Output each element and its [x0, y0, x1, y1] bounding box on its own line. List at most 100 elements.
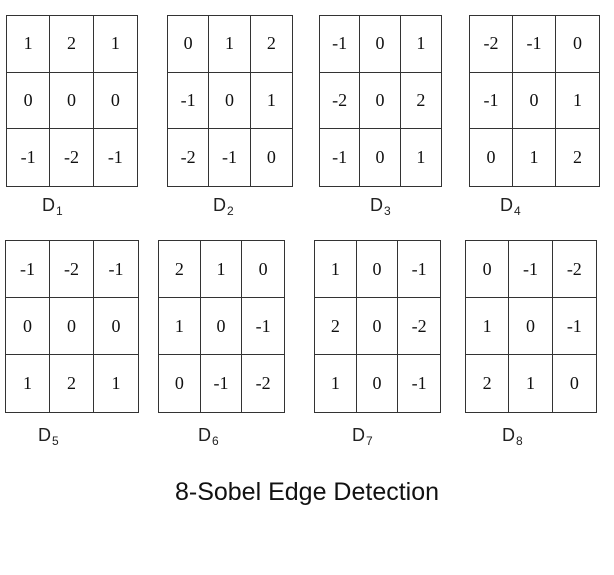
kernel-cell: -2 — [168, 129, 210, 186]
kernel-label-subscript: 6 — [212, 434, 219, 448]
kernel-cell: 0 — [470, 129, 513, 186]
kernel-cell: -1 — [320, 129, 361, 186]
kernel-cell: 2 — [159, 241, 201, 298]
kernel-label: D6 — [198, 425, 219, 448]
kernel-grid: -1 0 1 -2 0 2 -1 0 1 — [319, 15, 442, 187]
kernel-cell: -1 — [513, 16, 556, 73]
kernel-grid: 0 -1 -2 1 0 -1 2 1 0 — [465, 240, 597, 413]
kernel-label-name: D — [42, 195, 55, 215]
kernel-cell: 0 — [360, 16, 401, 73]
kernel-cell: 0 — [242, 241, 284, 298]
kernel-d1: 1 2 1 0 0 0 -1 -2 -1 — [6, 15, 138, 187]
kernel-d7: 1 0 -1 2 0 -2 1 0 -1 — [314, 240, 441, 413]
kernel-cell: 0 — [6, 298, 50, 355]
kernel-cell: -1 — [6, 241, 50, 298]
kernel-label-name: D — [38, 425, 51, 445]
kernel-cell: -1 — [168, 72, 210, 130]
kernel-cell: -2 — [50, 129, 94, 186]
kernel-cell: 0 — [357, 355, 399, 412]
kernel-cell: 0 — [569, 373, 579, 393]
kernel-grid: 2 1 0 1 0 -1 0 -1 -2 — [158, 240, 285, 413]
kernel-d4: -2 -1 0 -1 0 1 0 1 2 — [469, 15, 600, 187]
kernel-label-subscript: 7 — [366, 434, 373, 448]
kernel-grid: -1 -2 -1 0 0 0 1 2 1 — [5, 240, 139, 413]
kernel-d6: 2 1 0 1 0 -1 0 -1 -2 — [158, 240, 285, 413]
kernel-cell: -2 — [255, 373, 271, 393]
kernel-cell: 0 — [159, 355, 201, 412]
kernel-cell: 0 — [168, 16, 210, 73]
kernel-label-name: D — [352, 425, 365, 445]
kernel-cell: -1 — [509, 241, 553, 298]
kernel-label: D8 — [502, 425, 523, 448]
kernel-cell: -1 — [411, 373, 427, 393]
kernel-label-name: D — [213, 195, 226, 215]
kernel-grid: 1 2 1 0 0 0 -1 -2 -1 — [6, 15, 138, 187]
kernel-cell: 0 — [50, 72, 94, 130]
kernel-cell: 1 — [250, 73, 292, 130]
kernel-cell: 0 — [209, 72, 251, 130]
kernel-cell: 0 — [466, 241, 510, 298]
kernel-label-subscript: 8 — [516, 434, 523, 448]
kernel-label-name: D — [370, 195, 383, 215]
kernel-cell: 2 — [50, 355, 94, 412]
kernel-d3: -1 0 1 -2 0 2 -1 0 1 — [319, 15, 442, 187]
kernel-cell: 1 — [466, 298, 510, 355]
kernel-cell: 1 — [7, 16, 51, 73]
kernel-cell: 0 — [93, 73, 137, 130]
kernel-cell: -1 — [201, 355, 243, 412]
kernel-cell: 1 — [400, 16, 441, 73]
kernel-cell: 2 — [315, 298, 357, 355]
kernel-cell: 1 — [200, 241, 243, 298]
kernel-cell: 1 — [509, 355, 553, 412]
kernel-label: D7 — [352, 425, 373, 448]
kernel-cell: 1 — [556, 73, 599, 130]
kernel-d2: 0 1 2 -1 0 1 -2 -1 0 — [167, 15, 293, 187]
kernel-label-name: D — [198, 425, 211, 445]
kernel-label: D2 — [213, 195, 234, 218]
kernel-cell: 1 — [111, 373, 121, 393]
kernel-cell: -1 — [242, 298, 284, 355]
kernel-cell: -1 — [470, 72, 513, 130]
kernel-cell: 2 — [250, 16, 292, 73]
kernel-grid: -2 -1 0 -1 0 1 0 1 2 — [469, 15, 600, 187]
kernel-label: D3 — [370, 195, 391, 218]
kernel-grid: 0 1 2 -1 0 1 -2 -1 0 — [167, 15, 293, 187]
kernel-cell: 1 — [159, 298, 201, 355]
kernel-cell: 2 — [50, 16, 94, 73]
kernel-label-name: D — [502, 425, 515, 445]
kernel-cell: 1 — [209, 16, 251, 73]
kernel-cell: 1 — [315, 355, 357, 412]
kernel-cell: -1 — [398, 241, 440, 298]
kernel-cell: 0 — [94, 298, 138, 355]
kernel-cell: 1 — [416, 147, 426, 168]
kernel-cell: -2 — [50, 241, 94, 298]
kernel-cell: -1 — [209, 129, 251, 186]
kernel-cell: 0 — [200, 298, 243, 355]
kernel-cell: 0 — [50, 298, 94, 355]
kernel-label: D4 — [500, 195, 521, 218]
kernel-cell: 2 — [466, 355, 510, 412]
kernel-cell: 2 — [400, 73, 441, 130]
kernel-cell: 0 — [513, 72, 556, 130]
kernel-cell: -2 — [320, 72, 361, 130]
kernel-cell: 1 — [93, 16, 137, 73]
kernel-cell: -2 — [398, 298, 440, 355]
kernel-cell: -1 — [552, 298, 596, 355]
kernel-cell: -2 — [470, 16, 513, 73]
kernel-label-subscript: 3 — [384, 204, 391, 218]
kernel-cell: -1 — [107, 147, 123, 168]
kernel-cell: 0 — [360, 72, 401, 130]
kernel-d8: 0 -1 -2 1 0 -1 2 1 0 — [465, 240, 597, 413]
kernel-cell: 0 — [356, 298, 399, 355]
kernel-cell: 1 — [315, 241, 357, 298]
kernel-cell: 1 — [513, 129, 556, 186]
kernel-cell: -2 — [552, 241, 596, 298]
kernel-label: D5 — [38, 425, 59, 448]
kernel-label: D1 — [42, 195, 63, 218]
kernel-cell: 0 — [509, 298, 553, 355]
kernel-cell: 0 — [360, 129, 401, 186]
kernel-cell: 0 — [7, 72, 51, 130]
kernel-label-name: D — [500, 195, 513, 215]
kernel-cell: 2 — [573, 147, 582, 168]
kernel-cell: 0 — [266, 147, 276, 168]
